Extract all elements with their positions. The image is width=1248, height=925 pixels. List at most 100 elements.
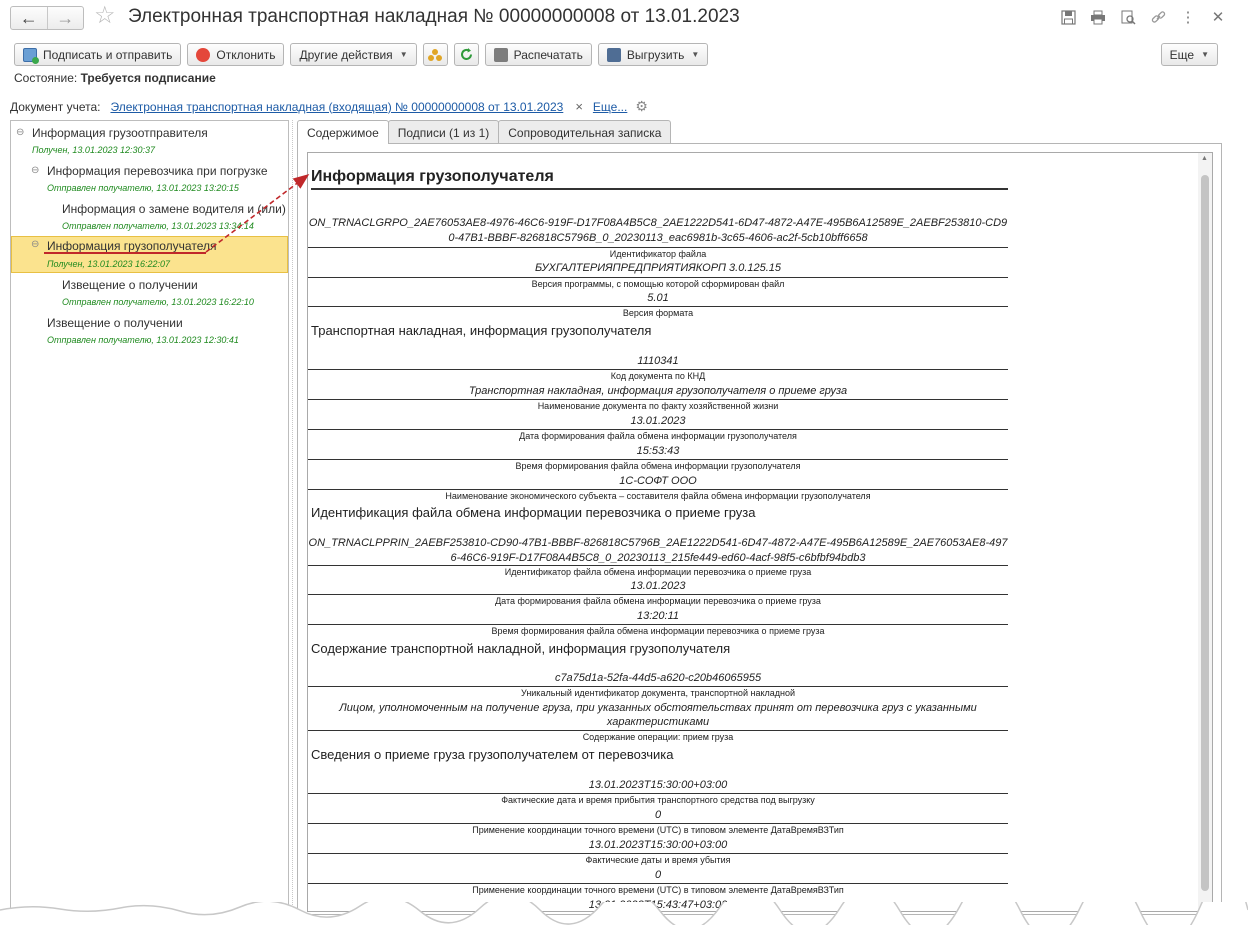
section-heading: Сведения о приеме груза грузополучателем… bbox=[311, 747, 674, 762]
export-button[interactable]: Выгрузить ▼ bbox=[597, 43, 709, 66]
close-icon[interactable]: ✕ bbox=[1208, 7, 1228, 27]
field-caption: Применение координации точного времени (… bbox=[472, 885, 844, 895]
panel-splitter[interactable] bbox=[292, 120, 294, 915]
field-rule bbox=[308, 793, 1008, 794]
field-value: 1110341 bbox=[637, 355, 679, 367]
field-caption: Фактические дата и время прибытия трансп… bbox=[501, 795, 815, 805]
field-value: ON_TRNACLGRPO_2AE76053AE8-4976-46C6-919F… bbox=[308, 217, 1008, 229]
tree-item-receipt-notice[interactable]: Извещение о получении Отправлен получате… bbox=[11, 276, 288, 312]
field-caption: Применение координации точного времени (… bbox=[472, 825, 844, 835]
field-caption: Идентификатор файла обмена информации пе… bbox=[504, 567, 812, 577]
field-rule bbox=[308, 489, 1008, 490]
favorite-star-icon[interactable]: ☆ bbox=[94, 4, 116, 28]
field-value: c7a75d1a-52fa-44d5-a620-c20b46065955 bbox=[554, 672, 762, 684]
field-rule bbox=[308, 459, 1008, 460]
refresh-button[interactable] bbox=[453, 43, 479, 66]
field-value: характеристиками bbox=[606, 716, 710, 728]
tree-item-receipt-notice[interactable]: Извещение о получении Отправлен получате… bbox=[11, 314, 288, 350]
app-window: ← → ☆ Электронная транспортная накладная… bbox=[0, 0, 1248, 925]
section-heading: Транспортная накладная, информация грузо… bbox=[311, 323, 652, 338]
save-icon[interactable] bbox=[1058, 7, 1078, 27]
back-arrow-icon[interactable]: ← bbox=[11, 7, 47, 29]
reject-icon bbox=[196, 47, 211, 62]
field-caption: Код документа по КНД bbox=[610, 371, 706, 381]
collapse-icon[interactable]: ⊖ bbox=[31, 165, 39, 176]
tree-item-status: Отправлен получателю, 13.01.2023 13:20:1… bbox=[47, 183, 239, 193]
field-value: 6-46C6-919F-D17F08A4B5C8_0_20230113_215f… bbox=[450, 552, 866, 564]
sign-and-send-button[interactable]: Подписать и отправить bbox=[14, 43, 182, 66]
field-rule bbox=[308, 429, 1008, 430]
field-caption: Уникальный идентификатор документа, тран… bbox=[521, 688, 795, 698]
tab-cover-note[interactable]: Сопроводительная записка bbox=[498, 120, 672, 144]
tree-item-status: Отправлен получателю, 13.01.2023 13:34:1… bbox=[62, 221, 254, 231]
dropdown-caret-icon: ▼ bbox=[1201, 50, 1209, 59]
field-rule bbox=[308, 853, 1008, 854]
field-rule bbox=[308, 823, 1008, 824]
navigation-buttons: ← → bbox=[10, 6, 84, 30]
gear-icon[interactable]: ⚙ bbox=[635, 98, 648, 115]
preview-icon[interactable] bbox=[1118, 7, 1138, 27]
reject-button[interactable]: Отклонить bbox=[187, 43, 285, 66]
field-rule bbox=[308, 730, 1008, 731]
tab-signatures[interactable]: Подписи (1 из 1) bbox=[387, 120, 500, 144]
tree-item-consignee-info[interactable]: ⊖ Информация грузополучателя Получен, 13… bbox=[11, 236, 288, 273]
window-title: Электронная транспортная накладная № 000… bbox=[128, 6, 740, 27]
scrollbar-thumb[interactable] bbox=[1201, 175, 1209, 891]
title-rule bbox=[311, 188, 1008, 190]
field-value: 15:53:43 bbox=[636, 445, 680, 457]
field-value: ON_TRNACLPPRIN_2AEBF253810-CD90-47B1-BBB… bbox=[308, 537, 1008, 549]
field-caption: Дата формирования файла обмена информаци… bbox=[519, 431, 797, 441]
collapse-icon[interactable]: ⊖ bbox=[16, 127, 24, 138]
field-value: 13.01.2023T15:30:00+03:00 bbox=[588, 779, 728, 791]
export-label: Выгрузить bbox=[626, 47, 685, 62]
field-value: 0 bbox=[654, 869, 662, 881]
export-disk-icon bbox=[606, 47, 621, 62]
field-caption: Содержание операции: прием груза bbox=[582, 732, 734, 742]
print-label: Распечатать bbox=[513, 47, 583, 62]
field-caption: Наименование документа по факту хозяйств… bbox=[537, 401, 779, 411]
status-label: Состояние: bbox=[14, 71, 78, 85]
print-button[interactable]: Распечатать bbox=[484, 43, 592, 66]
field-value: 13.01.2023 bbox=[630, 580, 686, 592]
field-value: 1С-СОФТ ООО bbox=[619, 475, 697, 487]
title-bar: ← → ☆ Электронная транспортная накладная… bbox=[0, 0, 1248, 38]
field-value: 13:20:11 bbox=[636, 610, 679, 622]
status-value: Требуется подписание bbox=[80, 71, 216, 85]
tab-content[interactable]: Содержимое bbox=[297, 120, 389, 144]
tree-item-driver-change-info[interactable]: Информация о замене водителя и (или) ...… bbox=[11, 200, 288, 236]
collapse-icon[interactable]: ⊖ bbox=[31, 239, 39, 250]
accounting-document-label: Документ учета: bbox=[10, 99, 101, 114]
accounting-document-link[interactable]: Электронная транспортная накладная (вход… bbox=[110, 100, 563, 114]
section-heading: Содержание транспортной накладной, инфор… bbox=[311, 641, 731, 656]
field-caption: Версия формата bbox=[622, 308, 694, 318]
clear-link-icon[interactable]: × bbox=[575, 99, 583, 114]
field-rule bbox=[308, 883, 1008, 884]
tree-item-label: Информация грузоотправителя bbox=[32, 126, 208, 140]
document-title: Информация грузополучателя bbox=[311, 168, 554, 185]
vertical-scrollbar[interactable]: ▲ ▼ bbox=[1198, 153, 1212, 911]
document-status: Состояние: Требуется подписание bbox=[14, 71, 216, 85]
more-link[interactable]: Еще... bbox=[593, 100, 627, 114]
forward-arrow-icon[interactable]: → bbox=[46, 7, 84, 29]
scroll-up-icon[interactable]: ▲ bbox=[1201, 155, 1208, 162]
field-caption: Наименование экономического субъекта – с… bbox=[445, 491, 871, 501]
tree-item-label: Извещение о получении bbox=[47, 316, 183, 330]
tree-item-label: Информация перевозчика при погрузке bbox=[47, 164, 268, 178]
dropdown-caret-icon: ▼ bbox=[691, 50, 700, 59]
tree-item-carrier-loading-info[interactable]: ⊖ Информация перевозчика при погрузке От… bbox=[11, 162, 288, 198]
menu-dots-icon[interactable]: ⋮ bbox=[1178, 7, 1198, 27]
field-value: Лицом, уполномоченным на получение груза… bbox=[339, 702, 977, 714]
other-actions-label: Другие действия bbox=[299, 47, 393, 62]
tree-item-shipper-info[interactable]: ⊖ Информация грузоотправителя Получен, 1… bbox=[11, 124, 288, 160]
structure-button[interactable] bbox=[422, 43, 448, 66]
field-caption: Идентификатор файла bbox=[609, 249, 707, 259]
link-icon[interactable] bbox=[1148, 7, 1168, 27]
print-icon[interactable] bbox=[1088, 7, 1108, 27]
command-toolbar: Подписать и отправить Отклонить Другие д… bbox=[14, 43, 709, 66]
more-button[interactable]: Еще ▼ bbox=[1160, 43, 1218, 66]
tree-item-status: Отправлен получателю, 13.01.2023 12:30:4… bbox=[47, 335, 239, 345]
other-actions-button[interactable]: Другие действия ▼ bbox=[290, 43, 417, 66]
field-caption: Время формирования файла обмена информац… bbox=[515, 461, 801, 471]
hierarchy-icon bbox=[428, 48, 443, 61]
reject-label: Отклонить bbox=[216, 47, 276, 62]
